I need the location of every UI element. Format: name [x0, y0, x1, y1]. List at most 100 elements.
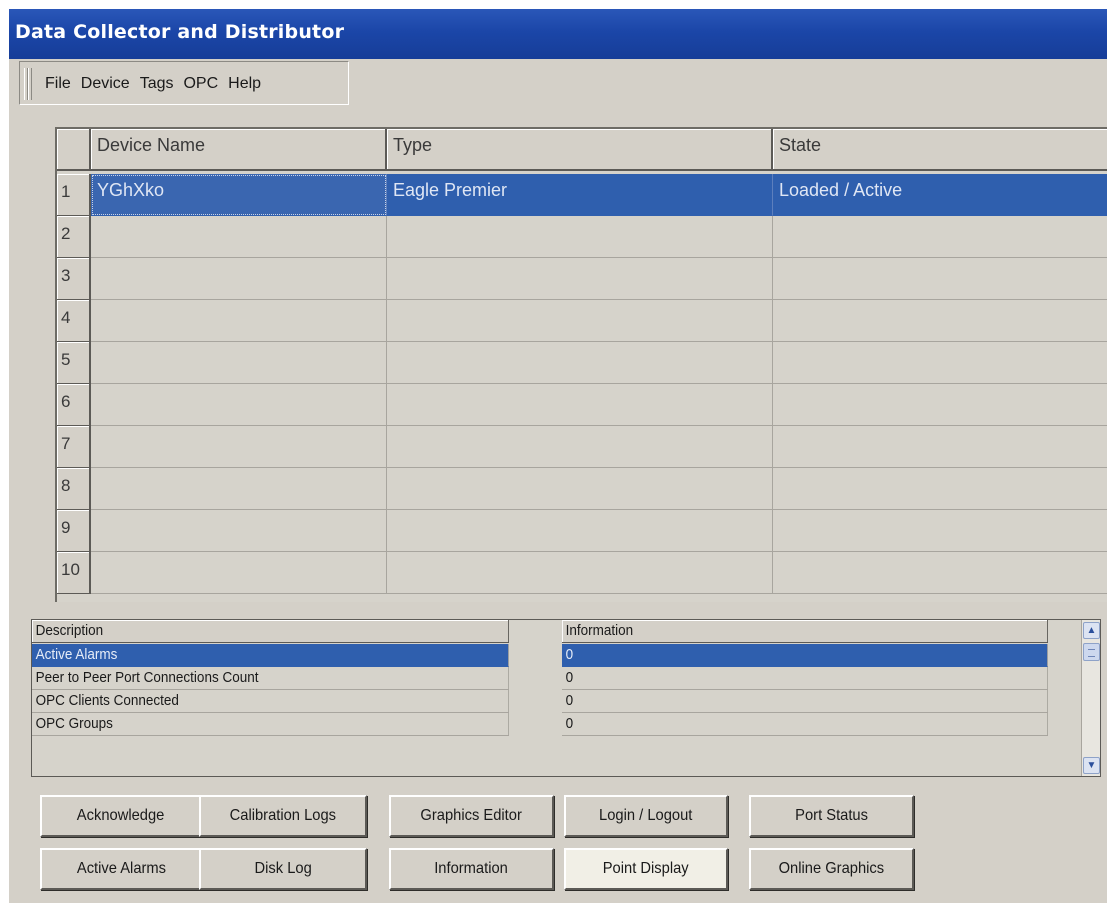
- menu-bar: File Device Tags OPC Help: [19, 61, 349, 105]
- grid-cell-state[interactable]: [773, 384, 1107, 426]
- button-label: Acknowledge: [77, 807, 165, 824]
- row-number[interactable]: 6: [57, 384, 91, 426]
- info-row[interactable]: OPC Groups 0: [32, 713, 1082, 736]
- grid-cell-name[interactable]: [91, 258, 387, 300]
- grid-cell-type[interactable]: [387, 384, 773, 426]
- menu-tags[interactable]: Tags: [135, 75, 179, 93]
- grid-cell-type[interactable]: [387, 342, 773, 384]
- grid-cell-state[interactable]: Loaded / Active: [773, 174, 1107, 216]
- grid-cell-type[interactable]: [387, 468, 773, 510]
- grid-row[interactable]: 8: [57, 468, 1107, 510]
- grid-cell-state[interactable]: [773, 426, 1107, 468]
- grid-cell-state[interactable]: [773, 510, 1107, 552]
- grid-cell-type[interactable]: [387, 216, 773, 258]
- info-description: Active Alarms: [32, 644, 509, 667]
- grid-row[interactable]: 3: [57, 258, 1107, 300]
- grid-cell-name[interactable]: [91, 510, 387, 552]
- grid-cell-type[interactable]: [387, 258, 773, 300]
- button-label: Disk Log: [254, 860, 312, 877]
- grid-cell-state[interactable]: [773, 300, 1107, 342]
- login-logout-button[interactable]: Login / Logout: [564, 795, 728, 837]
- scroll-up-icon[interactable]: ▲: [1083, 622, 1100, 639]
- online-graphics-button[interactable]: Online Graphics: [749, 848, 914, 890]
- info-header-row: Description Information: [32, 620, 1082, 643]
- acknowledge-button[interactable]: Acknowledge: [40, 795, 202, 837]
- row-number[interactable]: 3: [57, 258, 91, 300]
- row-number[interactable]: 8: [57, 468, 91, 510]
- grid-cell-name[interactable]: [91, 426, 387, 468]
- grid-header-row: Device Name Type State: [57, 129, 1107, 171]
- column-header-description[interactable]: Description: [32, 620, 509, 643]
- grid-cell-name[interactable]: [91, 342, 387, 384]
- menu-device[interactable]: Device: [76, 75, 135, 93]
- grid-cell-type[interactable]: [387, 510, 773, 552]
- button-label: Port Status: [795, 807, 868, 824]
- grid-row[interactable]: 5: [57, 342, 1107, 384]
- window-title: Data Collector and Distributor: [15, 21, 345, 43]
- button-label: Login / Logout: [599, 807, 693, 824]
- grid-row[interactable]: 2: [57, 216, 1107, 258]
- grid-cell-name[interactable]: [91, 384, 387, 426]
- scroll-down-icon[interactable]: ▼: [1083, 757, 1100, 774]
- menu-help[interactable]: Help: [223, 75, 266, 93]
- row-number[interactable]: 2: [57, 216, 91, 258]
- grid-cell-name[interactable]: [91, 300, 387, 342]
- grid-cell-type[interactable]: Eagle Premier: [387, 174, 773, 216]
- information-button[interactable]: Information: [389, 848, 554, 890]
- info-description: OPC Groups: [32, 713, 509, 736]
- active-alarms-button[interactable]: Active Alarms: [40, 848, 202, 890]
- grid-cell-name[interactable]: [91, 216, 387, 258]
- row-number[interactable]: 5: [57, 342, 91, 384]
- button-label: Graphics Editor: [420, 807, 523, 824]
- grid-row[interactable]: 7: [57, 426, 1107, 468]
- button-label: Active Alarms: [76, 860, 166, 877]
- device-grid: Device Name Type State 1 YGhXko Eagle Prem…: [55, 127, 1107, 602]
- menu-file[interactable]: File: [40, 75, 76, 93]
- grid-cell-name[interactable]: [91, 552, 387, 594]
- graphics-editor-button[interactable]: Graphics Editor: [389, 795, 554, 837]
- row-number[interactable]: 4: [57, 300, 91, 342]
- info-value: 0: [562, 713, 1048, 736]
- scroll-thumb[interactable]: [1083, 643, 1100, 661]
- grid-cell-state[interactable]: [773, 258, 1107, 300]
- row-number[interactable]: 9: [57, 510, 91, 552]
- grid-cell-name[interactable]: YGhXko: [91, 174, 387, 216]
- calibration-logs-button[interactable]: Calibration Logs: [199, 795, 367, 837]
- grid-cell-type[interactable]: [387, 552, 773, 594]
- grid-cell-state[interactable]: [773, 216, 1107, 258]
- port-status-button[interactable]: Port Status: [749, 795, 914, 837]
- vertical-scrollbar[interactable]: ▲ ▼: [1081, 620, 1100, 776]
- grid-row[interactable]: 4: [57, 300, 1107, 342]
- grid-row[interactable]: 6: [57, 384, 1107, 426]
- row-number[interactable]: 10: [57, 552, 91, 594]
- info-row[interactable]: Peer to Peer Port Connections Count 0: [32, 667, 1082, 690]
- column-header-state[interactable]: State: [773, 129, 1107, 171]
- button-label: Online Graphics: [778, 860, 885, 877]
- grid-cell-state[interactable]: [773, 468, 1107, 510]
- row-number[interactable]: 1: [57, 174, 91, 216]
- grid-row[interactable]: 1 YGhXko Eagle Premier Loaded / Active: [57, 174, 1107, 216]
- grid-row[interactable]: 10: [57, 552, 1107, 594]
- grid-corner: [57, 129, 91, 171]
- point-display-button[interactable]: Point Display: [564, 848, 728, 890]
- column-header-type[interactable]: Type: [387, 129, 773, 171]
- grid-cell-name[interactable]: [91, 468, 387, 510]
- info-row[interactable]: OPC Clients Connected 0: [32, 690, 1082, 713]
- info-list: Description Information Active Alarms 0 Pe…: [31, 619, 1101, 777]
- button-label: Calibration Logs: [229, 807, 337, 824]
- info-row[interactable]: Active Alarms 0: [32, 644, 1082, 667]
- menu-opc[interactable]: OPC: [178, 75, 223, 93]
- grid-cell-type[interactable]: [387, 300, 773, 342]
- row-number[interactable]: 7: [57, 426, 91, 468]
- info-value: 0: [562, 667, 1048, 690]
- grid-cell-state[interactable]: [773, 342, 1107, 384]
- disk-log-button[interactable]: Disk Log: [199, 848, 367, 890]
- info-description: OPC Clients Connected: [32, 690, 509, 713]
- column-header-information[interactable]: Information: [562, 620, 1048, 643]
- grid-cell-type[interactable]: [387, 426, 773, 468]
- button-label: Information: [434, 860, 509, 877]
- toolbar-grip[interactable]: [28, 68, 32, 100]
- grid-row[interactable]: 9: [57, 510, 1107, 552]
- grid-cell-state[interactable]: [773, 552, 1107, 594]
- column-header-device-name[interactable]: Device Name: [91, 129, 387, 171]
